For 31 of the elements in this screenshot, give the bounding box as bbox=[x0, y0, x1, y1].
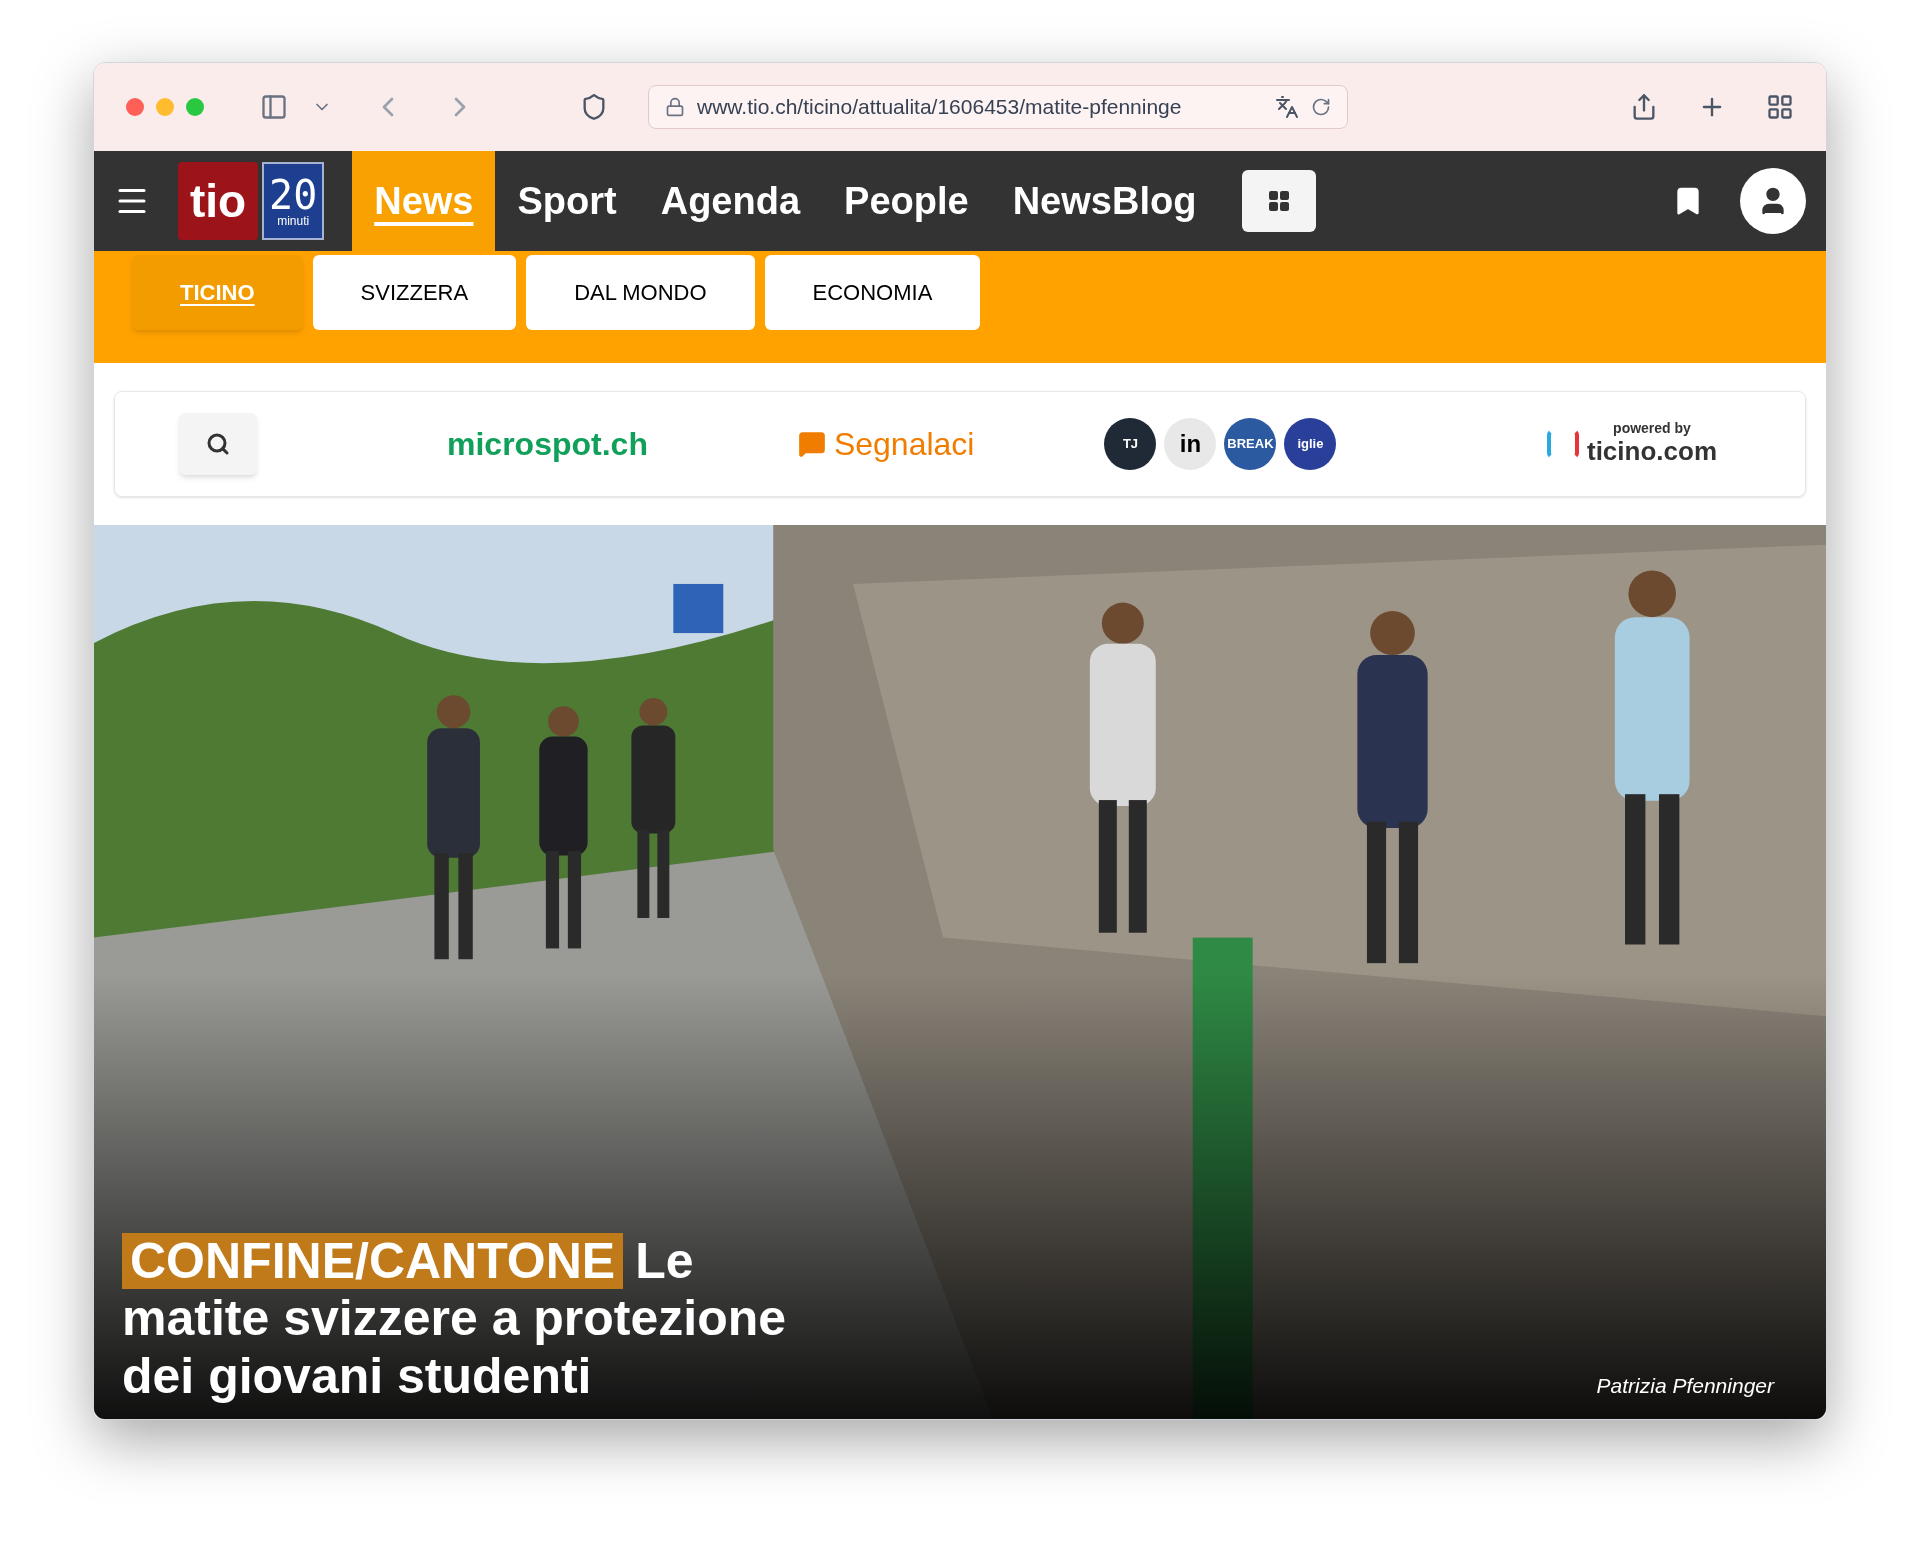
partner-logo[interactable]: iglie bbox=[1284, 418, 1337, 470]
section-tab[interactable]: DAL MONDO bbox=[526, 255, 755, 330]
nav-tab[interactable]: NewsBlog bbox=[990, 151, 1219, 251]
badge-logo[interactable]: 20 minuti bbox=[262, 162, 325, 240]
section-tab[interactable]: ECONOMIA bbox=[764, 255, 981, 330]
site-logo[interactable]: tio bbox=[178, 162, 259, 240]
partner-logo[interactable]: TJ bbox=[1104, 418, 1157, 470]
lock-icon bbox=[665, 97, 685, 117]
search-button[interactable] bbox=[179, 413, 257, 475]
close-button[interactable] bbox=[126, 98, 144, 116]
apps-button[interactable] bbox=[1242, 170, 1317, 232]
search-icon bbox=[206, 432, 230, 456]
address-bar[interactable]: www.tio.ch/ticino/attualita/1606453/matite-pfenninge bbox=[648, 85, 1348, 129]
grid-icon bbox=[1267, 189, 1292, 213]
partner-logo[interactable]: BREAK bbox=[1224, 418, 1277, 470]
nav-tab[interactable]: People bbox=[822, 151, 991, 251]
sidebar-icon[interactable] bbox=[260, 93, 288, 121]
badge-caption: minuti bbox=[277, 215, 310, 227]
powered-by-label: powered by bbox=[1613, 420, 1691, 435]
nav-tab[interactable]: Sport bbox=[495, 151, 639, 251]
translate-icon[interactable] bbox=[1275, 95, 1299, 119]
partner-logo[interactable]: in bbox=[1164, 418, 1217, 470]
reload-icon[interactable] bbox=[1311, 97, 1331, 117]
photo-credit: Patrizia Pfenninger bbox=[1596, 1372, 1774, 1399]
nav-tab[interactable]: Agenda bbox=[638, 151, 823, 251]
badge-number: 20 bbox=[269, 175, 318, 215]
ticino-logo-icon bbox=[1547, 429, 1579, 459]
section-tab[interactable]: SVIZZERA bbox=[312, 255, 517, 330]
tabs-overview-icon[interactable] bbox=[1766, 93, 1794, 121]
url-text: www.tio.ch/ticino/attualita/1606453/matite-pfenninge bbox=[697, 94, 1182, 121]
chat-icon bbox=[797, 430, 826, 458]
